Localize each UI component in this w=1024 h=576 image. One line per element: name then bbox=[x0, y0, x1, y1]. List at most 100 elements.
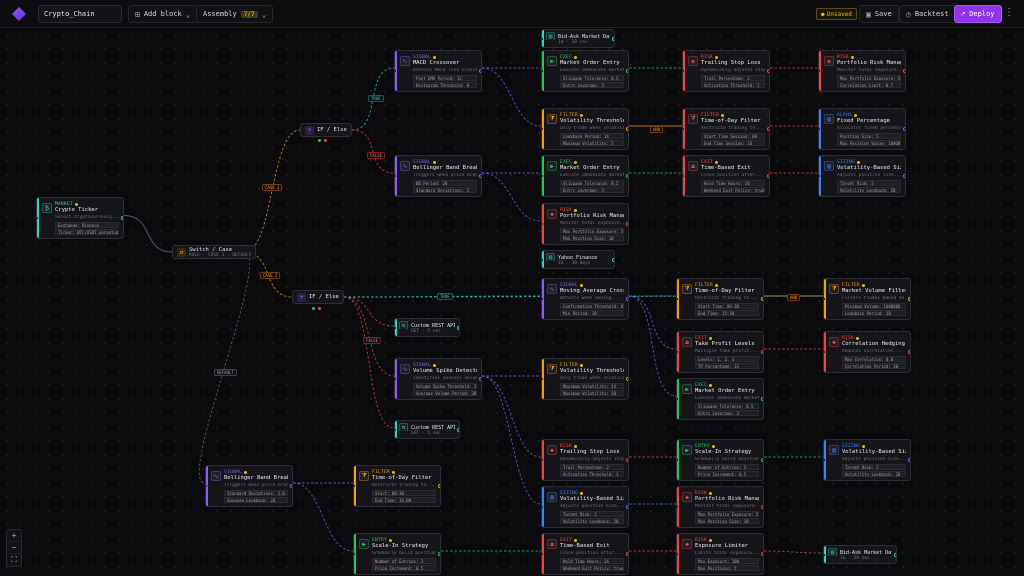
output-port[interactable] bbox=[479, 69, 481, 73]
block-param[interactable]: Start Time Session: 09 bbox=[701, 133, 765, 139]
deploy-button[interactable]: ➚ Deploy bbox=[954, 5, 1002, 23]
block-node-rest2[interactable]: ⇆ Custom REST API GET · 5 sec bbox=[394, 420, 460, 439]
block-param[interactable]: End Time Session: 16 bbox=[701, 140, 765, 146]
block-param[interactable]: Entry Leverage: 3 bbox=[695, 410, 759, 416]
strategy-name-input[interactable] bbox=[38, 5, 122, 23]
block-node-tod3[interactable]: ⧩ FILTER Time-of-Day Filter Restricts tradi… bbox=[353, 465, 441, 507]
block-param[interactable]: Max Portfolio Exposure: 50 bbox=[695, 511, 759, 517]
connection-wire[interactable] bbox=[481, 375, 542, 505]
output-port[interactable] bbox=[626, 377, 628, 381]
add-block-button[interactable]: ⊞ Add block ⌄ bbox=[128, 5, 198, 23]
fit-view-icon[interactable]: ⛶ bbox=[6, 554, 22, 566]
block-param[interactable]: Hold Time Hours: 24 bbox=[560, 558, 624, 564]
connection-wire[interactable] bbox=[292, 482, 354, 552]
output-port[interactable] bbox=[767, 127, 769, 131]
zoom-in-icon[interactable]: + bbox=[6, 530, 22, 542]
block-param[interactable]: Standard Deviations: 2 bbox=[413, 187, 477, 193]
block-param[interactable]: Max Correlation: 0.8 bbox=[842, 356, 906, 362]
block-param[interactable]: Weekend Exit Policy: true bbox=[701, 187, 765, 193]
output-port[interactable] bbox=[626, 127, 628, 131]
block-param[interactable]: Ticker: BTC/USDT perpetual bbox=[55, 229, 119, 235]
output-port[interactable] bbox=[761, 297, 763, 301]
block-node-exp1[interactable]: ◆ RISK Exposure Limiter Limits total exposu… bbox=[676, 533, 764, 575]
block-param[interactable]: Max Position Size: 10 bbox=[560, 235, 624, 241]
block-node-prm3[interactable]: ◆RISKPortfolio Risk Manager Monitor total… bbox=[676, 486, 764, 528]
output-port[interactable] bbox=[767, 174, 769, 178]
block-param[interactable]: End Time: 16:00 bbox=[372, 497, 436, 503]
block-param[interactable]: Maximum Volatility: 5 bbox=[560, 140, 624, 146]
output-port[interactable] bbox=[761, 552, 763, 556]
output-port[interactable] bbox=[479, 377, 481, 381]
block-param[interactable]: Max Portfolio Exposure: 50 bbox=[560, 228, 624, 234]
block-param[interactable]: Position Size: 5 bbox=[837, 133, 901, 139]
block-param[interactable]: Max Position Size: 10 bbox=[695, 518, 759, 524]
output-port[interactable] bbox=[121, 216, 123, 220]
block-param[interactable]: Average Volume Period: 20 bbox=[413, 390, 477, 396]
output-port[interactable] bbox=[761, 350, 763, 354]
connection-wire[interactable] bbox=[628, 295, 677, 350]
block-param[interactable]: Trail Percentage: 2 bbox=[701, 75, 765, 81]
block-param[interactable]: Volume Spike Threshold: 2 bbox=[413, 383, 477, 389]
block-node-bidask2[interactable]: ▤ Bid-Ask Market Data 1m · 30 sec bbox=[823, 545, 897, 564]
block-node-tbe2[interactable]: ⏏ EXIT Time-Based Exit Close position after… bbox=[541, 533, 629, 575]
block-node-prm1[interactable]: ◆RISKPortfolio Risk Manager Monitor total… bbox=[818, 50, 906, 92]
connection-wire[interactable] bbox=[481, 172, 542, 222]
input-port[interactable] bbox=[395, 427, 397, 432]
block-node-crypto[interactable]: ₿ MARKET Crypto Ticker Select cryptocurrenc… bbox=[36, 197, 124, 239]
input-port[interactable] bbox=[542, 36, 544, 41]
output-port[interactable] bbox=[626, 552, 628, 556]
output-port[interactable] bbox=[479, 174, 481, 178]
block-param[interactable]: Activation Threshold: 1 bbox=[701, 82, 765, 88]
connection-wire[interactable] bbox=[628, 295, 677, 397]
block-node-vbs1[interactable]: ▥SIZINGVolatility-Based Sizing Adjusts po… bbox=[818, 155, 906, 197]
block-param[interactable]: Entry Leverage: 3 bbox=[560, 187, 624, 193]
block-node-yahoo[interactable]: ▤ Yahoo Finance 1d · 30 days bbox=[541, 250, 615, 269]
input-port[interactable] bbox=[824, 552, 826, 557]
connection-wire[interactable] bbox=[763, 550, 824, 554]
block-param[interactable]: Volatility Lookback: 20 bbox=[560, 518, 624, 524]
output-port[interactable] bbox=[626, 297, 628, 301]
block-param[interactable]: Histogram Threshold: 0 bbox=[413, 82, 477, 88]
output-port[interactable] bbox=[612, 36, 614, 41]
block-param[interactable]: Slippage Tolerance: 0.5 bbox=[560, 75, 624, 81]
block-node-tod2[interactable]: ⧩ FILTER Time-of-Day Filter Restricts tradi… bbox=[676, 278, 764, 320]
block-node-mvf1[interactable]: ⧩ FILTER Market Volume Filter Filters trade… bbox=[823, 278, 911, 320]
block-param[interactable]: Slippage Tolerance: 0.5 bbox=[560, 180, 624, 186]
block-param[interactable]: Lookback Period: 20 bbox=[842, 310, 906, 316]
output-port[interactable] bbox=[626, 174, 628, 178]
block-param[interactable]: Lookback Period: 14 bbox=[560, 133, 624, 139]
block-param[interactable]: Hold Time Hours: 24 bbox=[701, 180, 765, 186]
output-port[interactable] bbox=[626, 458, 628, 462]
block-param[interactable]: Volatility Lookback: 20 bbox=[842, 471, 906, 477]
block-param[interactable]: Weekend Exit Policy: true bbox=[560, 565, 624, 571]
output-port[interactable] bbox=[626, 505, 628, 509]
output-port[interactable] bbox=[903, 127, 905, 131]
block-node-bb1[interactable]: ∿SIGNALBollinger Band Breakout Triggers w… bbox=[394, 155, 482, 197]
block-node-fund1[interactable]: ▥ ALPHA Fixed Percentage Allocates fixed pe… bbox=[818, 108, 906, 150]
block-node-tsl2[interactable]: ◆ RISK Trailing Stop Loss Dynamically adjus… bbox=[541, 439, 629, 481]
block-node-sib1[interactable]: ▶ ENTRY Scale-In Strategy Gradually build p… bbox=[676, 439, 764, 481]
connection-wire[interactable] bbox=[343, 296, 395, 429]
block-param[interactable]: Correlation Limit: 0.7 bbox=[837, 82, 901, 88]
connection-wire[interactable] bbox=[198, 251, 251, 484]
block-param[interactable]: Correlation Period: 30 bbox=[842, 363, 906, 369]
output-port[interactable] bbox=[908, 350, 910, 354]
output-port[interactable] bbox=[626, 69, 628, 73]
output-port[interactable] bbox=[767, 69, 769, 73]
block-node-mac1[interactable]: ∿SIGNALMoving Average Crossover Detects w… bbox=[541, 278, 629, 320]
connection-wire[interactable] bbox=[481, 67, 542, 127]
block-node-vbs3[interactable]: ▥SIZINGVolatility-Based Sizing Adjusts po… bbox=[541, 486, 629, 528]
output-port[interactable] bbox=[457, 427, 459, 432]
block-node-macd[interactable]: ∿ SIGNAL MACD Crossover Detects MACD line c… bbox=[394, 50, 482, 92]
block-param[interactable]: Entry Leverage: 3 bbox=[560, 82, 624, 88]
output-port[interactable] bbox=[903, 69, 905, 73]
block-param[interactable]: Maximum Volatility: 50 bbox=[560, 390, 624, 396]
block-param[interactable]: Max Position Value: 10000 bbox=[837, 140, 901, 146]
backtest-button[interactable]: ◷ Backtest bbox=[899, 5, 956, 23]
block-param[interactable]: Exchange: Binance bbox=[55, 222, 119, 228]
block-node-vbs2[interactable]: ▥SIZINGVolatility-Based Sizing Adjusts po… bbox=[823, 439, 911, 481]
block-node-mop1[interactable]: ▶ EXEC Market Order Entry Execute immediate… bbox=[541, 50, 629, 92]
block-node-bb2[interactable]: ∿SIGNALBollinger Band Breakout Triggers w… bbox=[205, 465, 293, 507]
output-port[interactable] bbox=[438, 484, 440, 488]
block-param[interactable]: Start Time: 09:30 bbox=[695, 303, 759, 309]
